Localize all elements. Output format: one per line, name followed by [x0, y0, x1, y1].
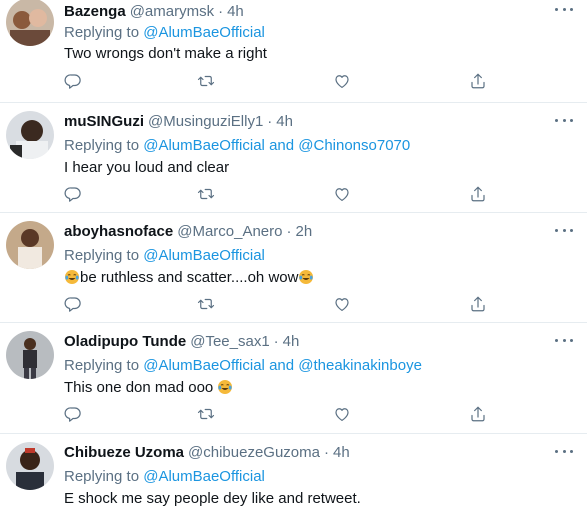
replying-to: Replying to @AlumBaeOfficial [64, 247, 265, 265]
tears-of-joy-emoji [298, 269, 314, 285]
retweet-icon[interactable] [197, 295, 217, 315]
mention-link[interactable]: @theakinakinboye [298, 357, 422, 374]
display-name[interactable]: muSINGuzi [64, 113, 144, 130]
mention-link[interactable]: @AlumBaeOfficial [143, 24, 265, 41]
reply-icon[interactable] [64, 405, 84, 425]
mention-link[interactable]: @AlumBaeOfficial [143, 468, 265, 485]
heart-icon[interactable] [333, 185, 353, 205]
retweet-icon[interactable] [197, 185, 217, 205]
heart-icon[interactable] [333, 295, 353, 315]
tears-of-joy-emoji [64, 269, 80, 285]
more-icon[interactable] [555, 225, 573, 235]
display-name[interactable]: Oladipupo Tunde [64, 333, 186, 350]
tweet-header: Chibueze Uzoma @chibuezeGuzoma · 4h [64, 444, 350, 462]
tweet-text: Two wrongs don't make a right [64, 45, 267, 62]
reply-icon[interactable] [64, 295, 84, 315]
tears-of-joy-emoji [217, 379, 233, 395]
user-handle[interactable]: @Marco_Anero [177, 223, 282, 240]
more-icon[interactable] [555, 115, 573, 125]
replying-to-label: Replying to [64, 24, 140, 41]
avatar[interactable] [6, 111, 54, 159]
user-handle[interactable]: @Tee_sax1 [190, 333, 269, 350]
reply-icon[interactable] [64, 72, 84, 92]
user-handle[interactable]: @MusinguziElly1 [148, 113, 263, 130]
replying-to-label: Replying to [64, 247, 140, 264]
retweet-icon[interactable] [197, 72, 217, 92]
heart-icon[interactable] [333, 72, 353, 92]
reply-tweet[interactable]: muSINGuzi @MusinguziElly1 · 4h Replying to … [0, 103, 587, 213]
separator-dot: · [267, 113, 273, 130]
replying-to: Replying to @AlumBaeOfficial and @theaki… [64, 357, 422, 375]
tweet-text: I hear you loud and clear [64, 159, 230, 176]
replying-to-label: Replying to [64, 137, 140, 154]
tweet-actions [64, 185, 494, 205]
display-name[interactable]: Chibueze Uzoma [64, 444, 184, 461]
timestamp[interactable]: 4h [276, 113, 293, 130]
replying-to: Replying to @AlumBaeOfficial and @Chinon… [64, 137, 410, 155]
more-icon[interactable] [555, 446, 573, 456]
replies-feed: Bazenga @amarymsk · 4h Replying to @AlumBae… [0, 0, 587, 513]
display-name[interactable]: aboyhasnoface [64, 223, 173, 240]
replying-to: Replying to @AlumBaeOfficial [64, 24, 265, 42]
avatar[interactable] [6, 0, 54, 46]
tweet-text: be ruthless and scatter....oh wow [80, 269, 299, 286]
tweet-header: Oladipupo Tunde @Tee_sax1 · 4h [64, 333, 299, 351]
avatar[interactable] [6, 331, 54, 379]
separator-dot: · [323, 444, 329, 461]
tweet-header: aboyhasnoface @Marco_Anero · 2h [64, 223, 312, 241]
tweet-text: E shock me say people dey like and retwe… [64, 490, 361, 507]
reply-icon[interactable] [64, 185, 84, 205]
and-label: and [269, 137, 295, 154]
separator-dot: · [218, 3, 224, 20]
replying-to: Replying to @AlumBaeOfficial [64, 468, 265, 486]
mention-link[interactable]: @AlumBaeOfficial [143, 247, 265, 264]
heart-icon[interactable] [333, 405, 353, 425]
reply-tweet[interactable]: aboyhasnoface @Marco_Anero · 2h Replying to… [0, 213, 587, 323]
share-icon[interactable] [469, 185, 489, 205]
and-label: and [269, 357, 295, 374]
avatar[interactable] [6, 221, 54, 269]
retweet-icon[interactable] [197, 405, 217, 425]
replying-to-label: Replying to [64, 468, 140, 485]
mention-link[interactable]: @AlumBaeOfficial [143, 357, 265, 374]
tweet-actions [64, 72, 494, 92]
share-icon[interactable] [469, 295, 489, 315]
replying-to-label: Replying to [64, 357, 140, 374]
user-handle[interactable]: @chibuezeGuzoma [188, 444, 320, 461]
mention-link[interactable]: @Chinonso7070 [298, 137, 410, 154]
timestamp[interactable]: 4h [283, 333, 300, 350]
separator-dot: · [273, 333, 279, 350]
display-name[interactable]: Bazenga [64, 3, 126, 20]
reply-tweet[interactable]: Oladipupo Tunde @Tee_sax1 · 4h Replying to … [0, 323, 587, 434]
user-handle[interactable]: @amarymsk [130, 3, 214, 20]
share-icon[interactable] [469, 405, 489, 425]
share-icon[interactable] [469, 72, 489, 92]
tweet-header: Bazenga @amarymsk · 4h [64, 3, 244, 21]
separator-dot: · [286, 223, 292, 240]
timestamp[interactable]: 2h [296, 223, 313, 240]
avatar[interactable] [6, 442, 54, 490]
tweet-text-line: be ruthless and scatter....oh wow [64, 269, 314, 287]
more-icon[interactable] [555, 335, 573, 345]
tweet-actions [64, 295, 494, 315]
reply-tweet[interactable]: Bazenga @amarymsk · 4h Replying to @AlumBae… [0, 0, 587, 103]
timestamp[interactable]: 4h [227, 3, 244, 20]
reply-tweet[interactable]: Chibueze Uzoma @chibuezeGuzoma · 4h Replyin… [0, 434, 587, 513]
more-icon[interactable] [555, 4, 573, 14]
timestamp[interactable]: 4h [333, 444, 350, 461]
tweet-actions [64, 405, 494, 425]
tweet-header: muSINGuzi @MusinguziElly1 · 4h [64, 113, 293, 131]
mention-link[interactable]: @AlumBaeOfficial [143, 137, 265, 154]
tweet-text-line: This one don mad ooo [64, 379, 233, 397]
tweet-text: This one don mad ooo [64, 379, 214, 396]
